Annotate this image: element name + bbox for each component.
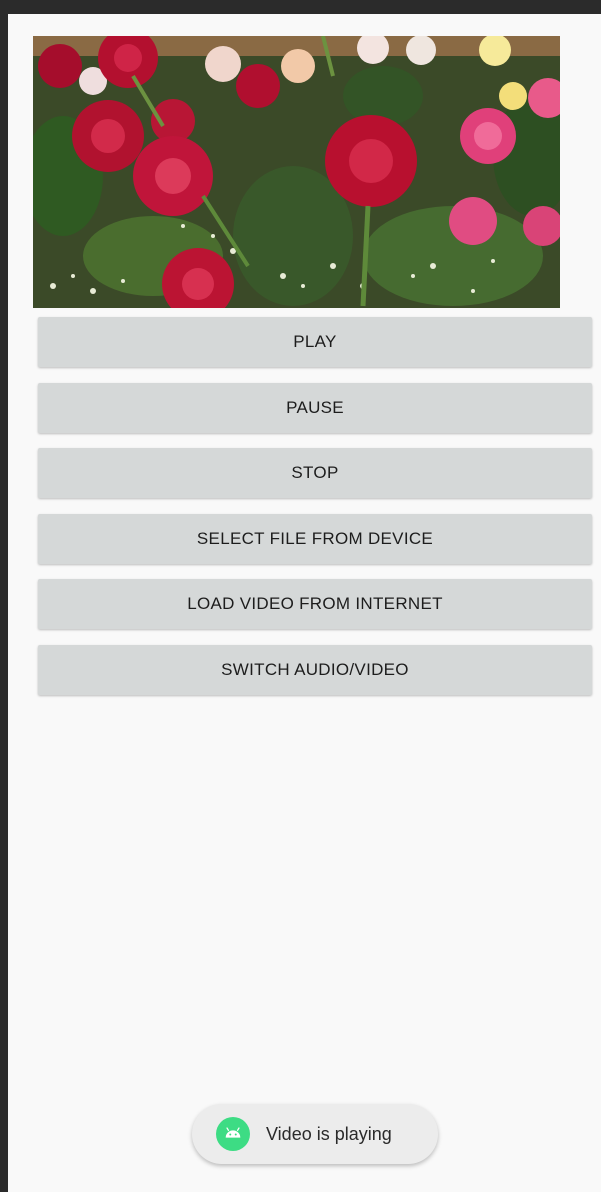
switch-audio-video-button[interactable]: SWITCH AUDIO/VIDEO [38,644,592,695]
video-frame-roses [33,36,560,308]
play-button[interactable]: PLAY [38,317,592,367]
android-icon [216,1117,250,1151]
control-buttons: PLAY PAUSE STOP SELECT FILE FROM DEVICE … [38,317,592,710]
stop-button[interactable]: STOP [38,448,592,498]
load-internet-button[interactable]: LOAD VIDEO FROM INTERNET [38,579,592,629]
video-view[interactable] [33,36,560,308]
toast-notification: Video is playing [192,1104,438,1164]
app-screen: PLAY PAUSE STOP SELECT FILE FROM DEVICE … [8,0,601,1192]
select-file-button[interactable]: SELECT FILE FROM DEVICE [38,513,592,564]
toast-message: Video is playing [266,1123,392,1144]
pause-button[interactable]: PAUSE [38,382,592,433]
status-bar [8,0,601,14]
